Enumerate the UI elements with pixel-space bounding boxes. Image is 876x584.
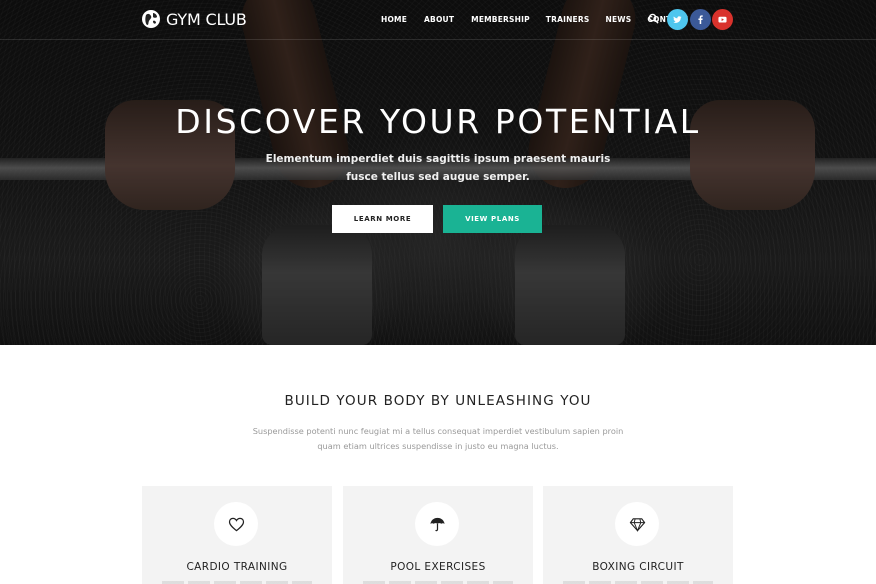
card-icon-circle <box>415 502 459 546</box>
view-plans-button[interactable]: VIEW PLANS <box>443 205 542 233</box>
menu-item-news[interactable]: NEWS <box>605 15 631 24</box>
search-icon[interactable] <box>648 13 659 24</box>
twitter-button[interactable] <box>667 9 688 30</box>
logo-text: GYM CLUB <box>166 9 247 29</box>
hero-subtitle-line-1: Elementum imperdiet duis sagittis ipsum … <box>265 153 611 165</box>
card-icon-circle <box>214 502 258 546</box>
card-icon-circle <box>615 502 659 546</box>
umbrella-icon <box>429 517 445 531</box>
learn-more-button[interactable]: LEARN MORE <box>332 205 433 233</box>
menu-item-membership[interactable]: MEMBERSHIP <box>471 15 530 24</box>
heart-icon <box>228 517 244 531</box>
site-logo[interactable]: GYM CLUB <box>141 9 247 29</box>
facebook-icon <box>698 15 703 24</box>
feature-card-pool[interactable]: POOL EXERCISES <box>343 486 533 584</box>
section-description-line-1: Suspendisse potenti nunc feugiat mi a te… <box>252 426 624 436</box>
menu-item-home[interactable]: HOME <box>381 15 407 24</box>
facebook-button[interactable] <box>690 9 711 30</box>
youtube-icon <box>718 16 727 23</box>
hero-subtitle-line-2: fusce tellus sed augue semper. <box>346 171 530 183</box>
menu-item-about[interactable]: ABOUT <box>424 15 454 24</box>
main-menu: HOME ABOUT MEMBERSHIP TRAINERS NEWS CONT… <box>381 15 688 24</box>
card-title: POOL EXERCISES <box>390 561 486 573</box>
section-title: BUILD YOUR BODY BY UNLEASHING YOU <box>284 393 592 409</box>
youtube-button[interactable] <box>712 9 733 30</box>
globe-dumbbell-icon <box>142 10 160 28</box>
feature-card-boxing[interactable]: BOXING CIRCUIT <box>543 486 733 584</box>
card-title: CARDIO TRAINING <box>186 561 288 573</box>
card-title: BOXING CIRCUIT <box>592 561 684 573</box>
twitter-icon <box>673 16 682 23</box>
feature-card-cardio[interactable]: CARDIO TRAINING <box>142 486 332 584</box>
menu-item-trainers[interactable]: TRAINERS <box>546 15 590 24</box>
section-description-line-2: quam etiam ultrices suspendisse in justo… <box>317 441 559 451</box>
diamond-icon <box>629 517 645 532</box>
hero-title: DISCOVER YOUR POTENTIAL <box>175 102 701 141</box>
top-navigation: GYM CLUB HOME ABOUT MEMBERSHIP TRAINERS … <box>0 0 876 40</box>
